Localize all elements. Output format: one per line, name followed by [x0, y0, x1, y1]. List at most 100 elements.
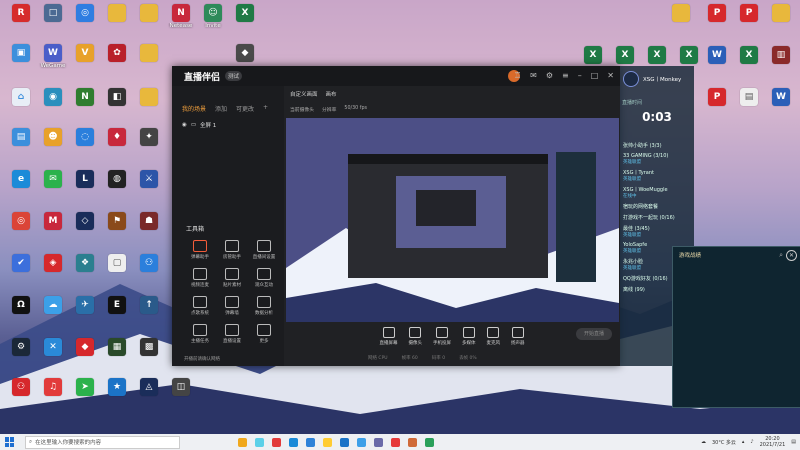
window-titlebar[interactable]: 直播伴侣 测试 ♖ ✉ ⚙ ≡ – □ ✕: [172, 66, 620, 86]
minimize-icon[interactable]: –: [578, 71, 582, 80]
taskbar-app-icon[interactable]: [391, 437, 400, 447]
search-icon[interactable]: ⌕: [779, 251, 783, 260]
desktop-icon[interactable]: ⚇: [4, 378, 38, 396]
taskbar-app-icon[interactable]: [272, 437, 281, 447]
phone-cast-button[interactable]: 手机投屏: [433, 326, 451, 346]
desktop-icon[interactable]: ❖: [68, 254, 102, 272]
desktop-icon[interactable]: ◆: [68, 338, 102, 356]
desktop-icon[interactable]: ◉: [36, 88, 70, 106]
list-item[interactable]: 宿玩的网络套餐: [620, 201, 694, 212]
list-item[interactable]: 最佳 (3/45) 英雄联盟: [620, 223, 694, 240]
desktop-icon[interactable]: W: [764, 88, 798, 106]
desktop-icon[interactable]: ☺ Invite: [196, 4, 230, 29]
desktop-icon[interactable]: [132, 4, 166, 22]
desktop-icon[interactable]: ⌂: [4, 88, 38, 106]
taskbar-app-icon[interactable]: [357, 437, 366, 447]
list-item[interactable]: XSG丨WoeMuggle 在线中: [620, 184, 694, 201]
volume-icon[interactable]: ♪: [750, 439, 753, 445]
desktop-icon[interactable]: ◈: [36, 254, 70, 272]
desktop-icon[interactable]: ◫: [164, 378, 198, 396]
desktop-icon[interactable]: ⚑: [100, 212, 134, 230]
desktop-icon[interactable]: ✕: [36, 338, 70, 356]
list-item[interactable]: 33 GAMING (3/10) 英雄联盟: [620, 151, 694, 167]
desktop-icon[interactable]: ✦: [132, 128, 166, 146]
menu-icon[interactable]: ≡: [562, 71, 569, 80]
desktop-icon[interactable]: [132, 44, 166, 62]
desktop-icon[interactable]: ☻: [36, 128, 70, 146]
desktop-icon[interactable]: W WeGame: [36, 44, 70, 69]
taskbar-app-icon[interactable]: [340, 437, 349, 447]
tool-item[interactable]: 观众互动: [248, 268, 280, 288]
tool-item[interactable]: 主播任务: [184, 324, 216, 344]
close-icon[interactable]: ✕: [786, 250, 797, 261]
desktop-icon[interactable]: V: [68, 44, 102, 62]
desktop-icon[interactable]: M: [36, 212, 70, 230]
weather-icon[interactable]: ☁: [701, 439, 706, 445]
eye-icon[interactable]: ◉: [182, 122, 187, 128]
desktop-icon[interactable]: ▩: [132, 338, 166, 356]
list-item[interactable]: 张帅小助手 (3/3): [620, 140, 694, 151]
desktop-icon[interactable]: ◆: [228, 44, 262, 62]
desktop-icon[interactable]: P: [732, 4, 766, 22]
desktop-icon[interactable]: X: [732, 46, 766, 64]
windows-start-icon[interactable]: [5, 437, 15, 447]
taskbar-app-icon[interactable]: [425, 437, 434, 447]
desktop-icon[interactable]: ◎: [4, 212, 38, 230]
mail-icon[interactable]: ✉: [530, 71, 537, 80]
tool-item[interactable]: 视频连麦: [184, 268, 216, 288]
desktop-icon[interactable]: ▢: [100, 254, 134, 272]
desktop-icon[interactable]: [132, 88, 166, 106]
taskbar-app-icon[interactable]: [238, 437, 247, 447]
list-item[interactable]: XSG丨Tyrant 英雄联盟: [620, 167, 694, 184]
desktop-icon[interactable]: ✉: [36, 170, 70, 188]
tool-item[interactable]: 房管助手: [216, 240, 248, 260]
desktop-icon[interactable]: W: [700, 46, 734, 64]
taskbar-app-icon[interactable]: [408, 437, 417, 447]
desktop-icon[interactable]: ♫: [36, 378, 70, 396]
taskbar-app-icon[interactable]: [306, 437, 315, 447]
tool-item[interactable]: 贴片素材: [216, 268, 248, 288]
desktop-icon[interactable]: ☗: [132, 212, 166, 230]
desktop-icon[interactable]: ◇: [68, 212, 102, 230]
desktop-icon[interactable]: R: [4, 4, 38, 23]
desktop-icon[interactable]: ➤: [68, 378, 102, 396]
desktop-icon[interactable]: X: [576, 46, 610, 64]
desktop-icon[interactable]: e: [4, 170, 38, 188]
desktop-icon[interactable]: ✈: [68, 296, 102, 314]
tool-item[interactable]: 弹幕助手: [184, 240, 216, 260]
desktop-icon[interactable]: X: [608, 46, 642, 64]
desktop-icon[interactable]: [764, 4, 798, 22]
desktop-icon[interactable]: ◌: [68, 128, 102, 146]
desktop-icon[interactable]: Ω: [4, 296, 38, 314]
taskbar-app-icon[interactable]: [374, 437, 383, 447]
desktop-icon[interactable]: ▤: [732, 88, 766, 106]
clock[interactable]: 20:20 2021/7/21: [760, 436, 786, 448]
start-live-button[interactable]: 开始直播: [576, 328, 612, 340]
desktop-icon[interactable]: P: [700, 4, 734, 22]
stage-tab-custom[interactable]: 自定义画面: [290, 90, 318, 98]
taskbar-app-icon[interactable]: [255, 437, 264, 447]
desktop-icon[interactable]: □: [36, 4, 70, 22]
desktop-icon[interactable]: ⚙: [4, 338, 38, 356]
desktop-icon[interactable]: ⚇: [132, 254, 166, 272]
desktop-icon[interactable]: ⚔: [132, 170, 166, 188]
shirt-icon[interactable]: ♖: [514, 71, 521, 80]
desktop-icon[interactable]: ◍: [100, 170, 134, 188]
taskbar-app-icon[interactable]: [323, 437, 332, 447]
scene-item[interactable]: ◉ ▭ 全屏 1: [182, 121, 284, 129]
tab-editable[interactable]: 可更改: [236, 104, 254, 113]
desktop-icon[interactable]: ▣: [4, 44, 38, 62]
desktop-icon[interactable]: L: [68, 170, 102, 188]
add-icon[interactable]: +: [263, 104, 268, 113]
notification-icon[interactable]: ▤: [791, 439, 796, 445]
stream-preview[interactable]: [286, 118, 619, 322]
desktop-icon[interactable]: ↑: [132, 296, 166, 314]
tool-item[interactable]: 直播设置: [216, 324, 248, 344]
list-item[interactable]: 打游戏不一起玩 (0/16): [620, 212, 694, 223]
media-button[interactable]: 多媒体: [462, 326, 476, 346]
desktop-icon[interactable]: E: [100, 296, 134, 314]
network-icon[interactable]: ▴: [742, 439, 745, 445]
stage-tab-canvas[interactable]: 画布: [326, 90, 337, 98]
taskbar-search[interactable]: ⌕ 在这里输入你要搜索的内容: [25, 435, 180, 449]
desktop-icon[interactable]: ▤: [4, 128, 38, 146]
